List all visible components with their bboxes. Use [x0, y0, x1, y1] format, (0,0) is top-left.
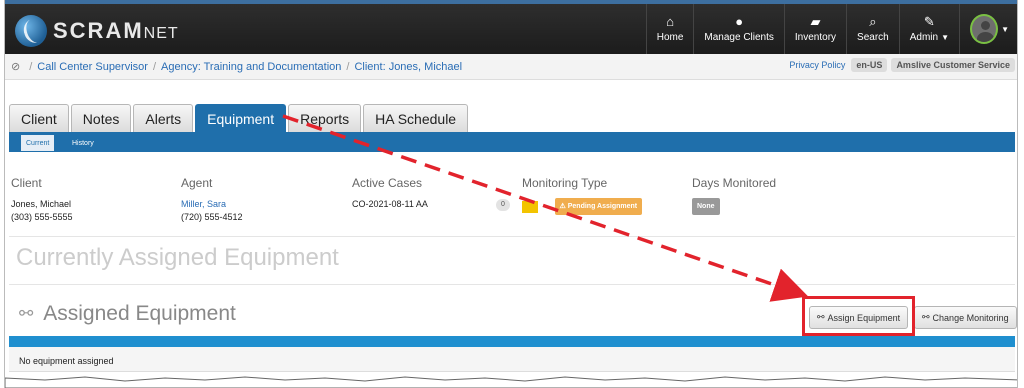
tab-equipment[interactable]: Equipment — [195, 104, 287, 132]
page-heading: Currently Assigned Equipment — [16, 244, 339, 271]
link-icon: ⚯ — [922, 312, 930, 322]
user-icon: ● — [735, 14, 744, 29]
client-label: Client — [11, 176, 42, 190]
empty-equipment-message: No equipment assigned — [9, 347, 1015, 372]
tab-notes[interactable]: Notes — [70, 104, 132, 132]
cases-label: Active Cases — [352, 176, 423, 190]
user-menu[interactable]: ▼ — [959, 4, 1017, 54]
tab-client[interactable]: Client — [9, 104, 69, 132]
table-header-bar — [9, 336, 1015, 347]
divider — [9, 284, 1015, 285]
service-badge[interactable]: Amslive Customer Service — [891, 58, 1015, 72]
top-nav: SCRAMNET ⌂ Home ● Manage Clients ▰ Inven… — [5, 0, 1017, 54]
subtab-history[interactable]: History — [67, 135, 99, 151]
days-badge: None — [692, 198, 720, 215]
app-frame: SCRAMNET ⌂ Home ● Manage Clients ▰ Inven… — [4, 0, 1018, 388]
agent-phone: (720) 555-4512 — [181, 212, 243, 222]
avatar — [970, 14, 999, 44]
breadcrumb-separator: / — [346, 60, 350, 73]
monitoring-label: Monitoring Type — [522, 176, 608, 190]
breadcrumb-item[interactable]: Call Center Supervisor — [37, 61, 148, 73]
breadcrumb: ⊘ / Call Center Supervisor / Agency: Tra… — [5, 54, 1017, 80]
client-name: Jones, Michael — [11, 199, 72, 209]
search-icon: ⌕ — [869, 14, 877, 29]
breadcrumb-item[interactable]: Agency: Training and Documentation — [161, 61, 341, 73]
caret-down-icon: ▼ — [1001, 24, 1009, 34]
nav-manage-clients-label: Manage Clients — [704, 32, 774, 43]
days-info: Days Monitored None — [692, 176, 776, 215]
logo-icon — [15, 15, 47, 47]
tab-ha-schedule[interactable]: HA Schedule — [363, 104, 469, 132]
nav-home[interactable]: ⌂ Home — [645, 4, 694, 54]
home-crumb-icon[interactable]: ⊘ — [11, 60, 20, 73]
breadcrumb-separator: / — [152, 60, 156, 73]
nav-search[interactable]: ⌕ Search — [846, 4, 899, 54]
case-count-badge: 0 — [496, 199, 510, 211]
locale-badge[interactable]: en-US — [851, 58, 888, 72]
nav-manage-clients[interactable]: ● Manage Clients — [693, 4, 783, 54]
subtab-current[interactable]: Current — [21, 135, 55, 151]
header-right-links: Privacy Policy en-US Amslive Customer Se… — [789, 58, 1015, 72]
tab-bar: Client Notes Alerts Equipment Reports HA… — [9, 104, 470, 132]
agent-info: Agent Miller, Sara (720) 555-4512 — [181, 176, 243, 224]
client-phone: (303) 555-5555 — [11, 212, 73, 222]
nav-inventory-label: Inventory — [794, 32, 837, 43]
callout-highlight-box — [802, 296, 915, 336]
subtab-bar: Current History — [9, 132, 1015, 152]
cases-info: Active Cases CO-2021-08-11 AA — [352, 176, 428, 211]
nav-admin[interactable]: ✎ Admin ▼ — [898, 4, 959, 54]
home-icon: ⌂ — [666, 14, 674, 29]
wrench-icon: ✎ — [923, 14, 935, 29]
nav-items: ⌂ Home ● Manage Clients ▰ Inventory ⌕ Se… — [645, 4, 1017, 54]
nav-admin-label: Admin — [909, 32, 939, 43]
monitoring-info: Monitoring Type ⚠ Pending Assignment — [522, 176, 643, 215]
case-number[interactable]: CO-2021-08-11 AA — [352, 198, 428, 211]
nav-home-label: Home — [656, 32, 684, 43]
tab-alerts[interactable]: Alerts — [133, 104, 194, 132]
breadcrumb-item[interactable]: Client: Jones, Michael — [354, 61, 462, 73]
privacy-link[interactable]: Privacy Policy — [789, 60, 845, 70]
agent-name-link[interactable]: Miller, Sara — [181, 198, 243, 211]
tab-reports[interactable]: Reports — [288, 104, 362, 132]
nav-inventory[interactable]: ▰ Inventory — [783, 4, 846, 54]
days-label: Days Monitored — [692, 176, 777, 190]
monitoring-type-icon — [522, 200, 538, 213]
nav-search-label: Search — [857, 32, 889, 43]
agent-label: Agent — [181, 176, 213, 190]
change-monitoring-button[interactable]: ⚯ Change Monitoring — [914, 306, 1017, 329]
pending-assignment-badge: ⚠ Pending Assignment — [554, 198, 643, 215]
client-info: Client Jones, Michael (303) 555-5555 — [11, 176, 73, 224]
breadcrumb-separator: / — [29, 60, 33, 73]
brand-name: SCRAMNET — [53, 18, 179, 43]
truck-icon: ▰ — [810, 14, 821, 29]
divider — [9, 236, 1015, 237]
torn-edge — [5, 376, 1017, 388]
link-icon: ⚯ — [19, 304, 34, 323]
brand-logo[interactable]: SCRAMNET — [15, 14, 179, 48]
section-title-text: Assigned Equipment — [43, 302, 236, 325]
section-title: ⚯ Assigned Equipment — [19, 302, 236, 326]
caret-down-icon: ▼ — [941, 33, 949, 42]
